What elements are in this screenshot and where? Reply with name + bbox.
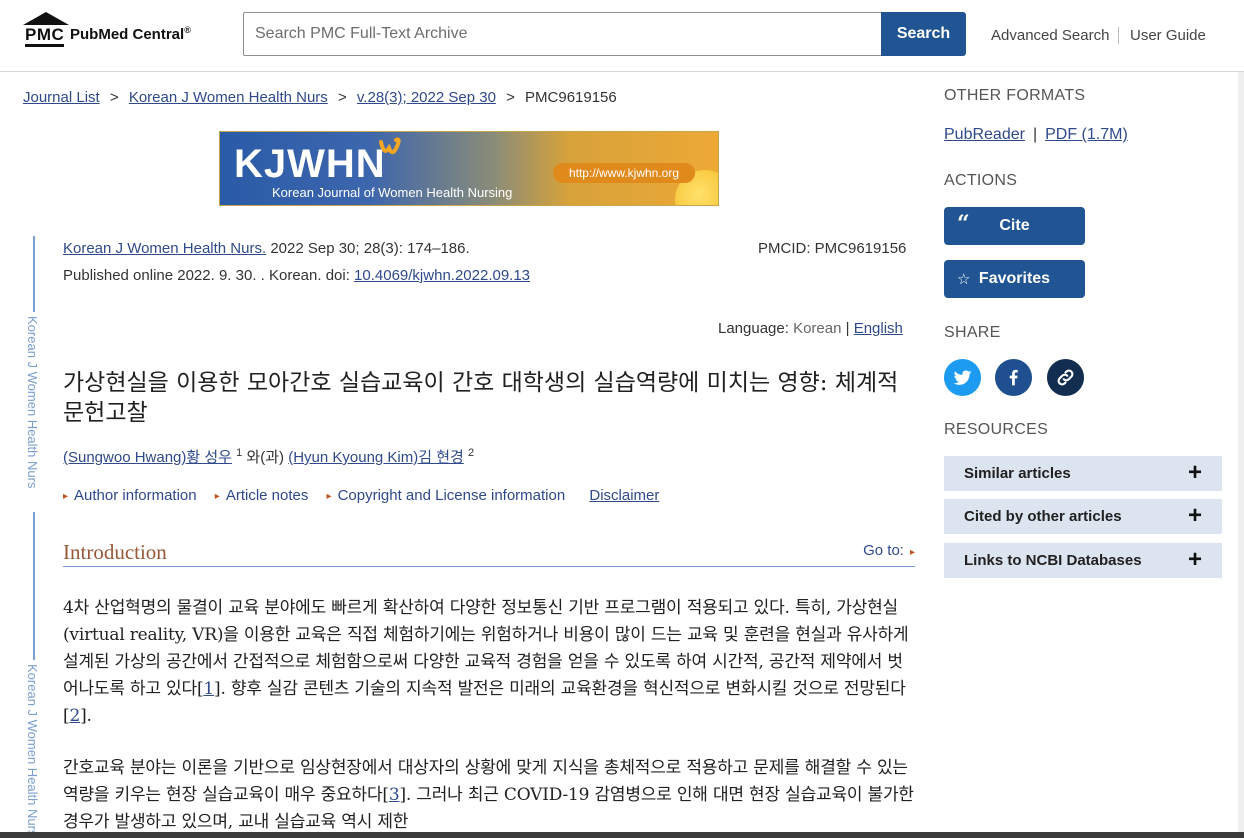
- format-links: PubReader | PDF (1.7M): [944, 126, 1128, 143]
- favorites-button[interactable]: ☆ Favorites: [944, 260, 1085, 298]
- breadcrumb-issue[interactable]: v.28(3); 2022 Sep 30: [357, 89, 496, 106]
- breadcrumb-journal-list[interactable]: Journal List: [23, 89, 100, 106]
- reference-link[interactable]: 1: [203, 679, 214, 699]
- vertical-tab-line: [33, 512, 35, 660]
- current-language: Korean: [793, 320, 842, 337]
- vertical-journal-tab[interactable]: Korean J Women Health Nurs: [25, 316, 40, 488]
- pubreader-link[interactable]: PubReader: [944, 126, 1025, 143]
- similar-articles-accordion[interactable]: Similar articles +: [944, 456, 1222, 491]
- vertical-journal-tab[interactable]: Korean J Women Health Nurs: [25, 664, 40, 836]
- author-link[interactable]: (Hyun Kyoung Kim)김 현경: [288, 449, 464, 466]
- twitter-share-button[interactable]: [944, 359, 981, 396]
- copyright-toggle[interactable]: Copyright and License information: [338, 487, 566, 504]
- facebook-icon: [1009, 369, 1018, 386]
- logo-roof-icon: [23, 12, 69, 25]
- journal-link[interactable]: Korean J Women Health Nurs.: [63, 240, 266, 257]
- actions-heading: ACTIONS: [944, 172, 1018, 189]
- twitter-icon: [953, 370, 972, 385]
- window-bottom-edge: [0, 832, 1244, 838]
- facebook-share-button[interactable]: [995, 359, 1032, 396]
- author-link[interactable]: (Sungwoo Hwang)황 성우: [63, 449, 232, 466]
- resources-heading: RESOURCES: [944, 421, 1049, 438]
- cited-by-accordion[interactable]: Cited by other articles +: [944, 499, 1222, 534]
- author-information-toggle[interactable]: Author information: [74, 487, 197, 504]
- paragraph: 간호교육 분야는 이론을 기반으로 임상현장에서 대상자의 상황에 맞게 지식을…: [63, 758, 914, 832]
- citation-line: Korean J Women Health Nurs. 2022 Sep 30;…: [63, 240, 470, 257]
- article-notes-toggle[interactable]: Article notes: [226, 487, 309, 504]
- vertical-tab-line: [33, 236, 35, 312]
- other-formats-heading: OTHER FORMATS: [944, 87, 1086, 104]
- language-switcher: Language: Korean | English: [718, 320, 903, 337]
- logo-name: PubMed Central®: [70, 25, 191, 43]
- article-title: 가상현실을 이용한 모아간호 실습교육이 간호 대학생의 실습역량에 미치는 영…: [63, 370, 899, 426]
- published-line: Published online 2022. 9. 30. . Korean. …: [63, 267, 531, 284]
- triangle-right-icon: ▸: [909, 547, 915, 558]
- reference-link[interactable]: 3: [389, 785, 400, 805]
- breadcrumb-current: PMC9619156: [525, 89, 617, 106]
- permalink-share-button[interactable]: [1047, 359, 1084, 396]
- advanced-search-link[interactable]: Advanced Search: [991, 27, 1109, 44]
- section-heading: Introduction: [63, 540, 167, 564]
- plus-icon: +: [1187, 502, 1202, 529]
- cite-button[interactable]: “ Cite: [944, 207, 1085, 245]
- pmcid: PMCID: PMC9619156: [758, 240, 907, 257]
- banner-url: http://www.kjwhn.org: [553, 163, 695, 183]
- journal-banner[interactable]: KJWHN Korean Journal of Women Health Nur…: [219, 131, 719, 206]
- pmc-logo[interactable]: PMC PubMed Central®: [23, 11, 213, 51]
- disclaimer-link[interactable]: Disclaimer: [589, 487, 659, 504]
- link-icon: [1057, 369, 1074, 386]
- section-header-introduction: Introduction Go to: ▸: [63, 540, 915, 567]
- triangle-right-icon: ▸: [214, 491, 220, 502]
- search-input[interactable]: [243, 12, 883, 56]
- header-divider: [1118, 27, 1119, 44]
- paragraph: 4차 산업혁명의 물결이 교육 분야에도 빠르게 확산하여 다양한 정보통신 기…: [63, 598, 909, 726]
- user-guide-link[interactable]: User Guide: [1130, 27, 1206, 44]
- doi-link[interactable]: 10.4069/kjwhn.2022.09.13: [354, 267, 530, 284]
- site-header: PMC PubMed Central® Search Advanced Sear…: [0, 0, 1244, 72]
- author-list: (Sungwoo Hwang)황 성우 1 와(과) (Hyun Kyoung …: [63, 447, 475, 466]
- reference-link[interactable]: 2: [69, 706, 80, 726]
- breadcrumb-journal[interactable]: Korean J Women Health Nurs: [129, 89, 328, 106]
- triangle-right-icon: ▸: [326, 491, 332, 502]
- page-scrollbar[interactable]: [1238, 72, 1244, 832]
- banner-w-logo-icon: [379, 137, 401, 155]
- goto-menu[interactable]: Go to: ▸: [863, 542, 915, 559]
- search-button[interactable]: Search: [881, 12, 966, 56]
- pdf-link[interactable]: PDF (1.7M): [1045, 126, 1128, 143]
- breadcrumb: Journal List > Korean J Women Health Nur…: [23, 89, 617, 106]
- plus-icon: +: [1187, 546, 1202, 573]
- article-meta-links: ▸ Author information ▸ Article notes ▸ Copy…: [63, 487, 659, 504]
- logo-pmc-text: PMC: [25, 25, 65, 47]
- triangle-right-icon: ▸: [63, 491, 69, 502]
- banner-subtitle: Korean Journal of Women Health Nursing: [272, 185, 513, 200]
- ncbi-links-accordion[interactable]: Links to NCBI Databases +: [944, 543, 1222, 578]
- plus-icon: +: [1187, 459, 1202, 486]
- banner-title: KJWHN: [234, 142, 386, 186]
- share-heading: SHARE: [944, 324, 1001, 341]
- english-language-link[interactable]: English: [854, 320, 903, 337]
